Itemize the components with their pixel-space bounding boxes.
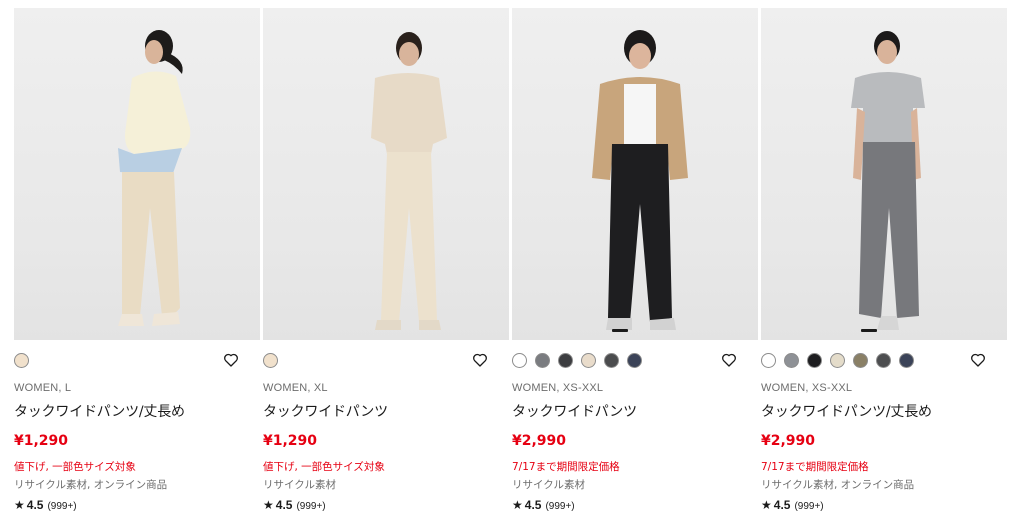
color-swatch[interactable] [807,352,822,368]
color-swatches [263,352,512,368]
product-card[interactable]: WOMEN, XS-XXL タックワイドパンツ ¥2,990 7/17まで期間限… [512,8,761,512]
model-figure [118,30,191,326]
product-category: WOMEN, XL [263,382,328,394]
rating-score: 4.5 [524,498,542,512]
rating: ★ 4.5 (999+) [512,498,761,512]
promo-text: 7/17まで期間限定価格 [512,461,620,473]
model-figure [371,32,447,330]
carousel-indicator[interactable] [612,329,628,332]
heart-icon[interactable] [223,352,239,368]
product-photo[interactable] [14,8,260,340]
review-count: (999+) [794,501,824,512]
product-name[interactable]: タックワイドパンツ/丈長め [761,401,1010,421]
color-swatch[interactable] [830,352,845,368]
star-icon: ★ [761,498,772,512]
product-name[interactable]: タックワイドパンツ [512,401,761,421]
color-swatch[interactable] [558,352,573,368]
product-price: ¥1,290 [263,433,318,449]
product-grid: WOMEN, L タックワイドパンツ/丈長め ¥1,290 値下げ, 一部色サイ… [14,8,1010,512]
rating-score: 4.5 [275,498,293,512]
product-note: リサイクル素材 [263,479,336,491]
promo-text: 7/17まで期間限定価格 [761,461,869,473]
color-swatch[interactable] [14,352,29,368]
review-count: (999+) [296,501,326,512]
product-card[interactable]: WOMEN, XL タックワイドパンツ ¥1,290 値下げ, 一部色サイズ対象… [263,8,512,512]
star-icon: ★ [14,498,25,512]
product-name[interactable]: タックワイドパンツ [263,401,512,421]
product-name[interactable]: タックワイドパンツ/丈長め [14,401,263,421]
color-swatch[interactable] [899,352,914,368]
model-figure [592,30,688,330]
color-swatch[interactable] [535,352,550,368]
rating: ★ 4.5 (999+) [263,498,512,512]
review-count: (999+) [47,501,77,512]
color-swatches [512,352,761,368]
product-price: ¥2,990 [761,433,816,449]
color-swatch[interactable] [627,352,642,368]
product-note: リサイクル素材, オンライン商品 [14,479,168,491]
product-photo[interactable] [761,8,1007,340]
product-note: リサイクル素材, オンライン商品 [761,479,915,491]
heart-icon[interactable] [721,352,737,368]
color-swatch[interactable] [876,352,891,368]
rating: ★ 4.5 (999+) [14,498,263,512]
model-figure [851,31,925,330]
rating-score: 4.5 [26,498,44,512]
rating-score: 4.5 [773,498,791,512]
product-photo[interactable] [263,8,509,340]
product-photo[interactable] [512,8,758,340]
color-swatches [761,352,1010,368]
product-card[interactable]: WOMEN, L タックワイドパンツ/丈長め ¥1,290 値下げ, 一部色サイ… [14,8,263,512]
carousel-indicator[interactable] [861,329,877,332]
star-icon: ★ [512,498,523,512]
product-note: リサイクル素材 [512,479,585,491]
promo-text: 値下げ, 一部色サイズ対象 [14,461,136,473]
product-category: WOMEN, XS-XXL [512,382,604,394]
color-swatch[interactable] [263,352,278,368]
product-price: ¥1,290 [14,433,69,449]
star-icon: ★ [263,498,274,512]
color-swatch[interactable] [512,352,527,368]
color-swatch[interactable] [604,352,619,368]
product-price: ¥2,990 [512,433,567,449]
product-category: WOMEN, L [14,382,72,394]
color-swatch[interactable] [581,352,596,368]
product-category: WOMEN, XS-XXL [761,382,853,394]
heart-icon[interactable] [472,352,488,368]
product-card[interactable]: WOMEN, XS-XXL タックワイドパンツ/丈長め ¥2,990 7/17ま… [761,8,1010,512]
review-count: (999+) [545,501,575,512]
heart-icon[interactable] [970,352,986,368]
promo-text: 値下げ, 一部色サイズ対象 [263,461,385,473]
color-swatch[interactable] [853,352,868,368]
color-swatches [14,352,263,368]
color-swatch[interactable] [761,352,776,368]
color-swatch[interactable] [784,352,799,368]
rating: ★ 4.5 (999+) [761,498,1010,512]
